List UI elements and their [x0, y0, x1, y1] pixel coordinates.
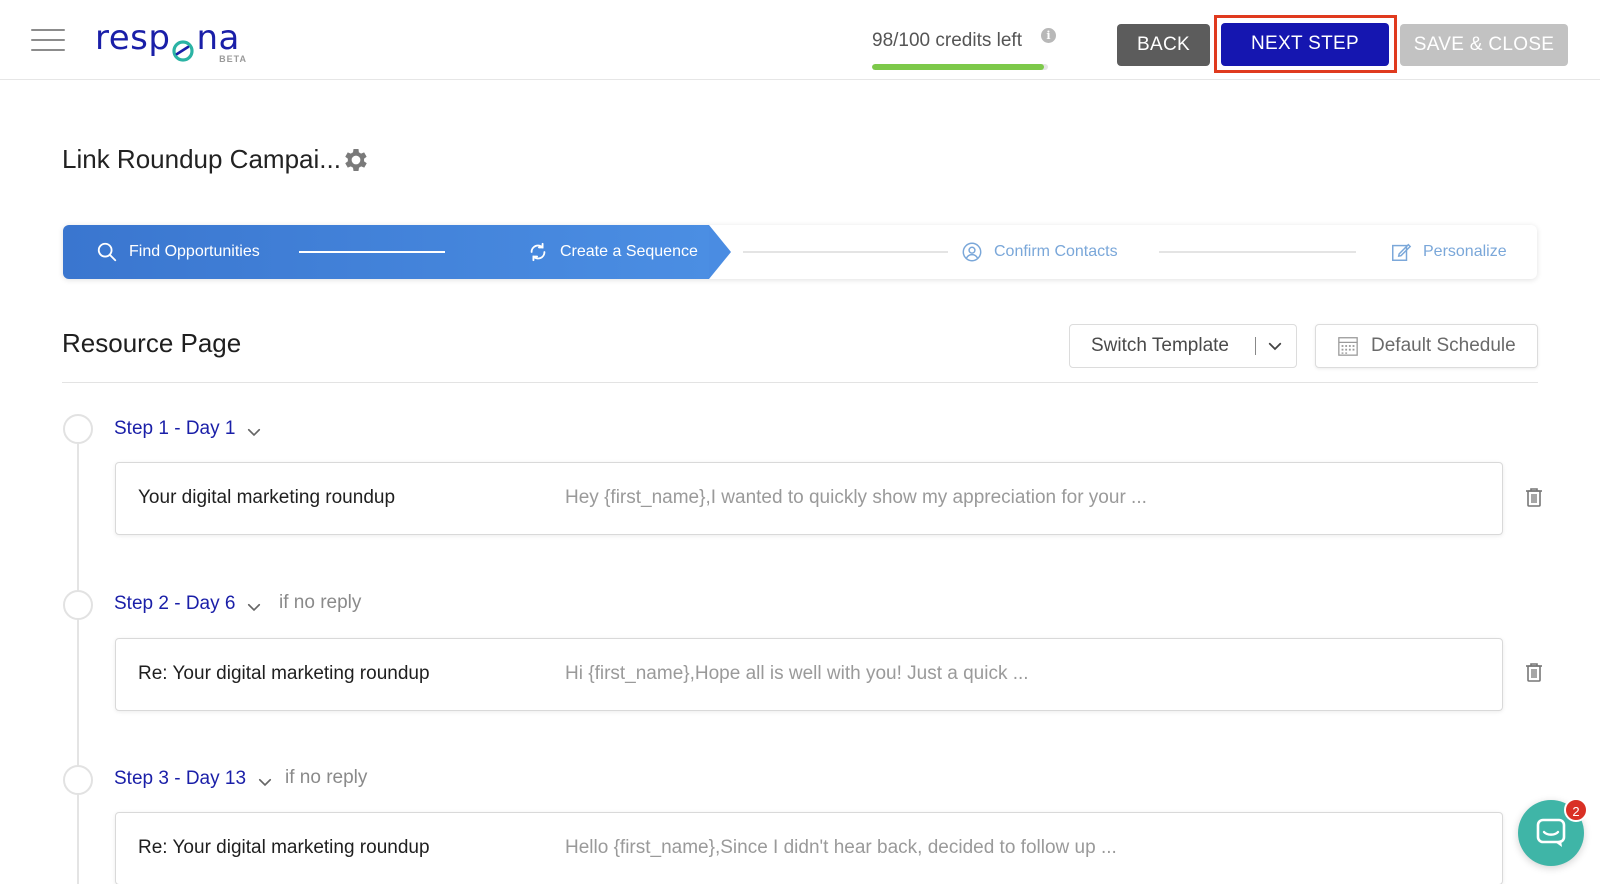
search-icon: [97, 242, 117, 262]
step-circle: [63, 414, 93, 444]
logo[interactable]: resp na BETA: [95, 14, 255, 64]
calendar-icon: [1338, 337, 1358, 356]
chat-icon: [1536, 818, 1566, 847]
edit-icon: [1392, 243, 1412, 261]
refresh-icon: [530, 242, 546, 262]
trash-icon[interactable]: [1524, 486, 1544, 508]
step-label-text: Step 2 - Day 6: [114, 593, 236, 614]
logo-o-icon: [171, 28, 195, 62]
chevron-down-icon: [248, 428, 261, 437]
step-label-text: Step 3 - Day 13: [114, 768, 247, 789]
campaign-title: Link Roundup Campai...: [62, 144, 341, 174]
switch-template-label: Switch Template: [1091, 335, 1229, 356]
logo-text-start: resp: [95, 18, 171, 58]
step-create-sequence[interactable]: Create a Sequence: [527, 225, 698, 279]
gear-icon[interactable]: [341, 145, 371, 175]
step-personalize[interactable]: Personalize: [1390, 225, 1507, 279]
menu-icon[interactable]: [31, 29, 65, 51]
email-subject: Re: Your digital marketing roundup: [138, 837, 430, 858]
step-2-label[interactable]: Step 2 - Day 6: [114, 592, 263, 616]
email-preview: Hey {first_name},I wanted to quickly sho…: [565, 487, 1147, 508]
email-subject: Re: Your digital marketing roundup: [138, 663, 430, 684]
step-label-text: Step 1 - Day 1: [114, 418, 236, 439]
timeline-line: [77, 444, 79, 884]
section-divider: [62, 382, 1538, 383]
trash-icon[interactable]: [1524, 661, 1544, 683]
email-preview: Hi {first_name},Hope all is well with yo…: [565, 663, 1029, 684]
step-3-label[interactable]: Step 3 - Day 13: [114, 767, 274, 791]
email-preview: Hello {first_name},Since I didn't hear b…: [565, 837, 1117, 858]
chevron-down-icon: [248, 603, 261, 612]
step-circle: [63, 765, 93, 795]
step-label: Find Opportunities: [129, 243, 260, 260]
switch-template-dropdown[interactable]: Switch Template: [1069, 324, 1297, 368]
user-circle-icon: [962, 242, 982, 262]
back-button[interactable]: BACK: [1117, 24, 1210, 66]
step-find-opportunities[interactable]: Find Opportunities: [96, 225, 260, 279]
credits-progress-fill: [872, 64, 1045, 70]
step-circle: [63, 590, 93, 620]
email-card[interactable]: Your digital marketing roundup Hey {firs…: [115, 462, 1503, 535]
email-card[interactable]: Re: Your digital marketing roundup Hello…: [115, 812, 1503, 884]
step-confirm-contacts[interactable]: Confirm Contacts: [961, 225, 1118, 279]
notification-badge: 2: [1564, 798, 1588, 822]
condition-label: if no reply: [279, 592, 362, 613]
default-schedule-button[interactable]: Default Schedule: [1315, 324, 1538, 368]
section-title: Resource Page: [62, 328, 242, 358]
credits-progress-bar: [872, 64, 1048, 70]
credits-text: 98/100 credits left: [872, 30, 1022, 51]
save-close-button[interactable]: SAVE & CLOSE: [1400, 24, 1568, 66]
info-icon[interactable]: i: [1041, 28, 1056, 43]
next-step-button[interactable]: NEXT STEP: [1221, 23, 1389, 66]
top-bar: resp na BETA 98/100 credits left i BACK N…: [0, 0, 1600, 80]
dropdown-divider: [1255, 337, 1256, 355]
step-connector: [1159, 251, 1356, 253]
step-label: Personalize: [1423, 243, 1507, 260]
logo-beta-label: BETA: [219, 54, 247, 64]
progress-stepper: Find Opportunities Create a Sequence Con…: [63, 225, 1537, 279]
condition-label: if no reply: [285, 767, 368, 788]
step-label: Confirm Contacts: [994, 243, 1118, 260]
step-label: Create a Sequence: [560, 243, 698, 260]
email-subject: Your digital marketing roundup: [138, 487, 396, 508]
default-schedule-label: Default Schedule: [1371, 335, 1516, 356]
stepper-arrow: [709, 225, 731, 279]
chevron-down-icon: [258, 778, 272, 787]
step-connector: [299, 251, 445, 253]
step-1-label[interactable]: Step 1 - Day 1: [114, 417, 263, 441]
chevron-down-icon: [1268, 342, 1282, 351]
step-connector: [743, 251, 948, 253]
email-card[interactable]: Re: Your digital marketing roundup Hi {f…: [115, 638, 1503, 711]
